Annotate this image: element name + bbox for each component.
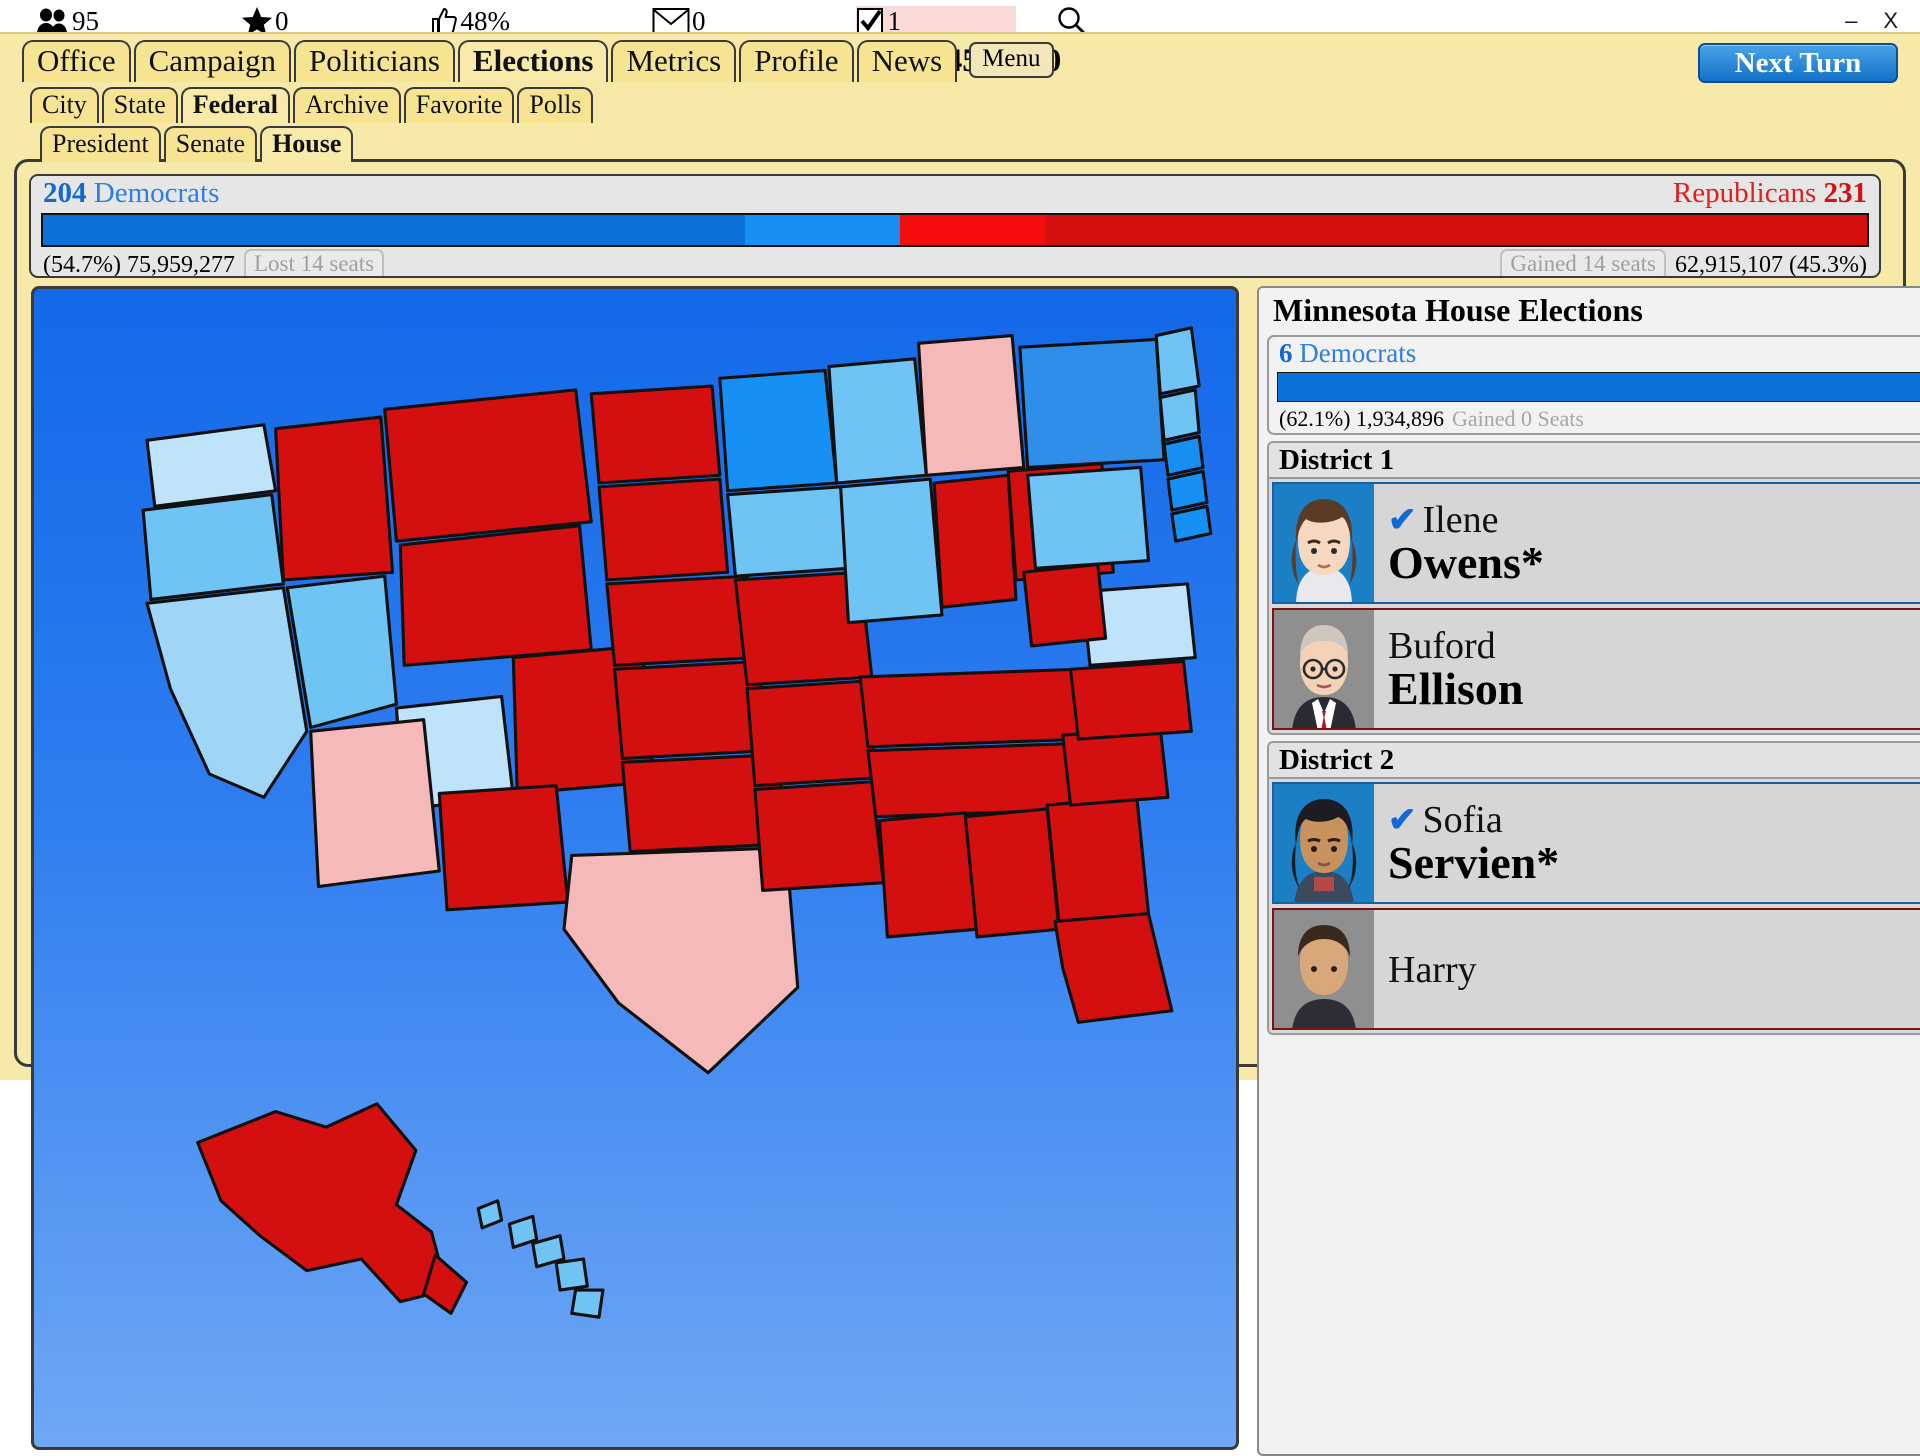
national-rep-party: Republicans bbox=[1672, 177, 1817, 209]
state-results-panel[interactable]: Minnesota House Elections 6 Democrats Re… bbox=[1257, 286, 1920, 1456]
candidate-portrait bbox=[1274, 484, 1374, 602]
national-summary: 204 Democrats Republicans 231 (54.7%) 75… bbox=[29, 174, 1881, 278]
districts-list: District 1100% Reportingi✔IleneOwens*+17… bbox=[1259, 441, 1920, 1035]
us-map-svg[interactable] bbox=[34, 289, 1239, 1450]
us-map[interactable] bbox=[31, 286, 1239, 1450]
secondary-tab-bar[interactable]: City State Federal Archive Favorite Polls bbox=[30, 87, 594, 123]
next-turn-button[interactable]: Next Turn bbox=[1698, 43, 1898, 83]
state-dem-label: 6 Democrats bbox=[1279, 338, 1416, 369]
district-body: ✔SofiaServien*+1,771192,30449.3%Harry190… bbox=[1267, 779, 1920, 1035]
candidate-portrait bbox=[1274, 784, 1374, 902]
candidate-last-name: Servien* bbox=[1388, 836, 1560, 888]
national-bar-rep-strong bbox=[1046, 215, 1867, 245]
tab-office[interactable]: Office bbox=[22, 40, 131, 82]
candidate-row[interactable]: Harry190,534 bbox=[1272, 908, 1920, 1030]
main-content-frame: 204 Democrats Republicans 231 (54.7%) 75… bbox=[14, 159, 1920, 1456]
tab-politicians[interactable]: Politicians bbox=[294, 40, 455, 82]
district-name: District 2 bbox=[1279, 743, 1395, 776]
candidate-name-block: ✔IleneOwens*+17,399 bbox=[1374, 484, 1920, 602]
district-header[interactable]: District 2100% Reportingi bbox=[1267, 741, 1920, 779]
mail-value: 0 bbox=[692, 5, 706, 36]
candidate-last-name: Owens* bbox=[1388, 536, 1544, 588]
national-bar-dem-light bbox=[745, 215, 901, 245]
tab-news[interactable]: News bbox=[856, 40, 958, 82]
district-body: ✔IleneOwens*+17,399203,61752.2%BufordEll… bbox=[1267, 479, 1920, 735]
national-bar-rep-light bbox=[900, 215, 1047, 245]
stars-value: 0 bbox=[275, 5, 289, 36]
winner-check-icon: ✔ bbox=[1388, 801, 1417, 839]
state-seat-bar bbox=[1277, 372, 1920, 402]
envelope-icon bbox=[652, 7, 690, 35]
subtab-archive[interactable]: Archive bbox=[292, 87, 401, 123]
state-results-title: Minnesota House Elections bbox=[1259, 288, 1920, 335]
national-dem-label: 204 Democrats bbox=[43, 177, 219, 210]
leaftab-president[interactable]: President bbox=[40, 126, 161, 162]
tab-elections[interactable]: Elections bbox=[457, 40, 609, 82]
close-button[interactable]: X bbox=[1883, 8, 1898, 34]
national-summary-header: 204 Democrats Republicans 231 bbox=[31, 176, 1879, 212]
national-rep-label: Republicans 231 bbox=[1673, 177, 1867, 210]
leaftab-house[interactable]: House bbox=[260, 126, 354, 162]
state-summary: 6 Democrats Republicans 2 (62.1%) 1,934,… bbox=[1267, 335, 1920, 435]
candidate-name-block: ✔SofiaServien*+1,771 bbox=[1374, 784, 1920, 902]
national-dem-seat-change: Lost 14 seats bbox=[243, 249, 385, 276]
candidate-first-name: ✔ Ilene bbox=[1388, 501, 1920, 540]
people-icon bbox=[36, 7, 70, 35]
app-chrome: Week 45, 2020 Next Turn Office Campaign Po… bbox=[0, 32, 1920, 1456]
subtab-polls[interactable]: Polls bbox=[517, 87, 594, 123]
subtab-city[interactable]: City bbox=[30, 87, 99, 123]
national-dem-party: Democrats bbox=[93, 177, 220, 209]
subtab-federal[interactable]: Federal bbox=[180, 87, 290, 123]
candidate-first-name-text: Harry bbox=[1388, 948, 1477, 991]
state-results-scroll-area: Minnesota House Elections 6 Democrats Re… bbox=[1259, 288, 1920, 1454]
population-value: 95 bbox=[72, 5, 99, 36]
subtab-state[interactable]: State bbox=[101, 87, 178, 123]
approval-value: 48% bbox=[460, 5, 511, 36]
candidate-first-name-text: Buford bbox=[1388, 625, 1496, 668]
subtab-favorite[interactable]: Favorite bbox=[403, 87, 515, 123]
national-summary-footer: (54.7%) 75,959,277 Lost 14 seats Gained … bbox=[31, 249, 1879, 278]
checkbox-icon bbox=[856, 7, 886, 35]
candidate-name-block: Buford Ellison bbox=[1374, 610, 1920, 728]
candidate-portrait bbox=[1274, 610, 1374, 728]
candidate-first-name: Harry bbox=[1388, 948, 1920, 991]
us-map-panel[interactable] bbox=[31, 286, 1239, 1456]
winner-check-icon: ✔ bbox=[1388, 501, 1417, 539]
national-rep-votes: 62,915,107 (45.3%) bbox=[1675, 251, 1867, 278]
minimize-button[interactable]: – bbox=[1845, 8, 1857, 34]
state-bar-dem-strong bbox=[1278, 373, 1920, 401]
tab-metrics[interactable]: Metrics bbox=[611, 40, 737, 82]
candidate-first-name-text: Ilene bbox=[1422, 499, 1499, 542]
candidate-row[interactable]: BufordEllison186,21847.8% bbox=[1272, 608, 1920, 730]
national-dem-votes: (54.7%) 75,959,277 bbox=[43, 251, 235, 278]
primary-tab-bar[interactable]: Office Campaign Politicians Elections Metric… bbox=[22, 40, 1054, 82]
candidate-first-name-text: Sofia bbox=[1422, 799, 1503, 842]
leaftab-senate[interactable]: Senate bbox=[163, 126, 258, 162]
candidate-name-block: Harry bbox=[1374, 910, 1920, 1028]
tab-profile[interactable]: Profile bbox=[739, 40, 854, 82]
candidate-portrait bbox=[1274, 910, 1374, 1028]
menu-button[interactable]: Menu bbox=[969, 41, 1054, 78]
national-seat-bar bbox=[41, 213, 1869, 247]
candidate-last-name: Ellison bbox=[1388, 662, 1524, 714]
state-dem-votes: (62.1%) 1,934,896 bbox=[1279, 406, 1444, 431]
candidate-row[interactable]: ✔SofiaServien*+1,771192,30449.3% bbox=[1272, 782, 1920, 904]
national-rep-seats: 231 bbox=[1823, 177, 1868, 209]
tab-campaign[interactable]: Campaign bbox=[133, 40, 292, 82]
state-dem-seats: 6 bbox=[1279, 338, 1293, 368]
tertiary-tab-bar[interactable]: President Senate House bbox=[40, 126, 354, 162]
candidate-row[interactable]: ✔IleneOwens*+17,399203,61752.2% bbox=[1272, 482, 1920, 604]
candidate-first-name: ✔ Sofia bbox=[1388, 801, 1920, 840]
state-dem-party: Democrats bbox=[1299, 338, 1417, 368]
national-rep-seat-change: Gained 14 seats bbox=[1500, 249, 1667, 276]
district-header[interactable]: District 1100% Reportingi bbox=[1267, 441, 1920, 479]
district-name: District 1 bbox=[1279, 443, 1395, 476]
state-summary-footer: (62.1%) 1,934,896 Gained 0 Seats Gained … bbox=[1269, 405, 1920, 433]
state-dem-seat-change: Gained 0 Seats bbox=[1451, 406, 1584, 431]
national-dem-seats: 204 bbox=[43, 177, 87, 209]
national-bar-dem-strong bbox=[43, 215, 746, 245]
tasks-value: 1 bbox=[887, 5, 902, 36]
state-summary-header: 6 Democrats Republicans 2 bbox=[1269, 337, 1920, 371]
candidate-first-name: Buford bbox=[1388, 627, 1920, 666]
